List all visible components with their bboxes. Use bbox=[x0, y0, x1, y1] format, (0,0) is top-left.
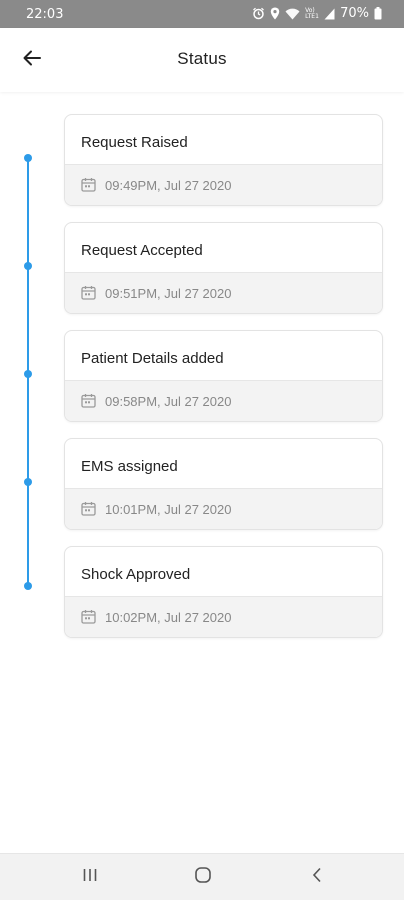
calendar-icon bbox=[81, 609, 96, 624]
clock-time: 22:03 bbox=[26, 7, 64, 22]
status-title: Patient Details added bbox=[81, 350, 224, 367]
alarm-icon bbox=[252, 7, 265, 20]
status-footer: 10:01PM, Jul 27 2020 bbox=[65, 488, 382, 529]
status-title: Request Raised bbox=[81, 134, 188, 151]
recent-apps-button[interactable] bbox=[78, 866, 102, 888]
battery-percent: 70% bbox=[340, 6, 369, 21]
timeline-dot bbox=[24, 370, 32, 378]
status-timestamp: 10:01PM, Jul 27 2020 bbox=[105, 502, 232, 517]
status-title: Shock Approved bbox=[81, 566, 191, 583]
status-footer: 09:51PM, Jul 27 2020 bbox=[65, 272, 382, 313]
system-status-bar: 22:03 Vo) LTE1 70% bbox=[0, 0, 404, 28]
calendar-icon bbox=[81, 393, 96, 408]
status-timestamp: 09:49PM, Jul 27 2020 bbox=[105, 178, 232, 193]
status-footer: 10:02PM, Jul 27 2020 bbox=[65, 596, 382, 637]
timeline-dot bbox=[24, 262, 32, 270]
status-card-request-accepted: Request Accepted 09:51PM, Jul 27 2020 bbox=[64, 222, 383, 314]
home-icon bbox=[194, 866, 212, 889]
status-card-shock-approved: Shock Approved 10:02PM, Jul 27 2020 bbox=[64, 546, 383, 638]
signal-label: Vo) LTE1 bbox=[305, 6, 319, 20]
page-title: Status bbox=[177, 49, 227, 68]
timeline-dot bbox=[24, 582, 32, 590]
status-card-ems-assigned: EMS assigned 10:01PM, Jul 27 2020 bbox=[64, 438, 383, 530]
location-icon bbox=[270, 7, 280, 20]
timeline-dot bbox=[24, 154, 32, 162]
status-card-patient-details: Patient Details added 09:58PM, Jul 27 20… bbox=[64, 330, 383, 422]
calendar-icon bbox=[81, 501, 96, 516]
status-icons: Vo) LTE1 70% bbox=[252, 6, 382, 21]
nav-back-button[interactable] bbox=[305, 866, 329, 888]
battery-icon bbox=[374, 7, 382, 20]
status-footer: 09:58PM, Jul 27 2020 bbox=[65, 380, 382, 421]
status-title: EMS assigned bbox=[81, 458, 178, 475]
wifi-icon bbox=[285, 8, 300, 20]
status-title: Request Accepted bbox=[81, 242, 203, 259]
system-navigation-bar bbox=[0, 853, 404, 900]
recent-apps-icon bbox=[82, 868, 98, 887]
status-card-request-raised: Request Raised 09:49PM, Jul 27 2020 bbox=[64, 114, 383, 206]
calendar-icon bbox=[81, 285, 96, 300]
chevron-left-icon bbox=[312, 867, 322, 888]
status-timestamp: 10:02PM, Jul 27 2020 bbox=[105, 610, 232, 625]
app-header: Status bbox=[0, 28, 404, 92]
status-timestamp: 09:58PM, Jul 27 2020 bbox=[105, 394, 232, 409]
timeline-dot bbox=[24, 478, 32, 486]
calendar-icon bbox=[81, 177, 96, 192]
status-timestamp: 09:51PM, Jul 27 2020 bbox=[105, 286, 232, 301]
cell-signal-icon bbox=[324, 8, 335, 20]
status-footer: 09:49PM, Jul 27 2020 bbox=[65, 164, 382, 205]
home-button[interactable] bbox=[191, 866, 215, 888]
